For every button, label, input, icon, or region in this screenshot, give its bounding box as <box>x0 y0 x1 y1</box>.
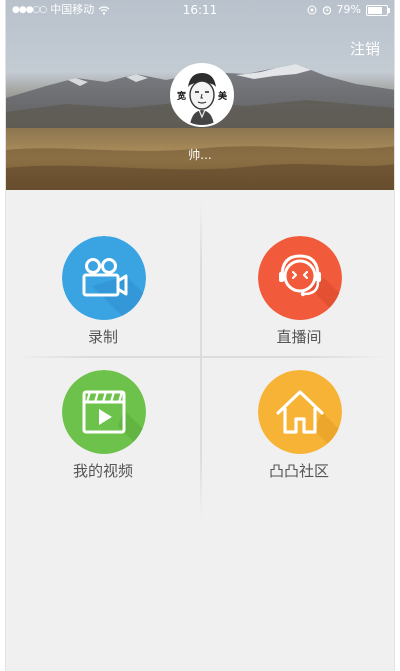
logout-button[interactable]: 注销 <box>350 38 380 59</box>
menu-tile-live-room[interactable]: 直播间 <box>202 190 394 358</box>
record-label: 录制 <box>87 328 118 346</box>
my-videos-icon-circle <box>62 370 146 454</box>
house-icon <box>258 370 342 454</box>
video-camera-icon <box>62 236 146 320</box>
live-room-icon-circle <box>258 236 342 320</box>
app-screen: ●●●○○ 中国移动 16:11 79% 注销 宽 美 帅... 录制 直播间 … <box>5 0 395 671</box>
status-right: 79% <box>307 0 390 20</box>
battery-icon <box>366 4 390 16</box>
record-icon-circle <box>62 236 146 320</box>
avatar-text-left: 宽 <box>177 92 187 102</box>
status-bar: ●●●○○ 中国移动 16:11 79% <box>6 0 394 20</box>
avatar[interactable]: 宽 美 <box>170 63 234 127</box>
alarm-icon <box>322 6 331 15</box>
menu-tile-community[interactable]: 凸凸社区 <box>202 358 394 526</box>
community-label: 凸凸社区 <box>268 462 329 480</box>
live-room-label: 直播间 <box>276 328 322 346</box>
battery-percent: 79% <box>336 3 361 16</box>
my-videos-label: 我的视频 <box>72 462 133 480</box>
clapperboard-play-icon <box>62 370 146 454</box>
community-icon-circle <box>258 370 342 454</box>
menu-grid: 录制 直播间 我的视频 凸凸社区 <box>6 190 394 530</box>
menu-tile-record[interactable]: 录制 <box>6 190 200 358</box>
location-icon <box>307 5 317 15</box>
username-label: 帅... <box>188 148 212 162</box>
menu-tile-my-videos[interactable]: 我的视频 <box>6 358 200 526</box>
profile-banner: ●●●○○ 中国移动 16:11 79% 注销 宽 美 帅... <box>6 0 394 190</box>
avatar-text-right: 美 <box>217 92 227 102</box>
headset-face-icon <box>258 236 342 320</box>
